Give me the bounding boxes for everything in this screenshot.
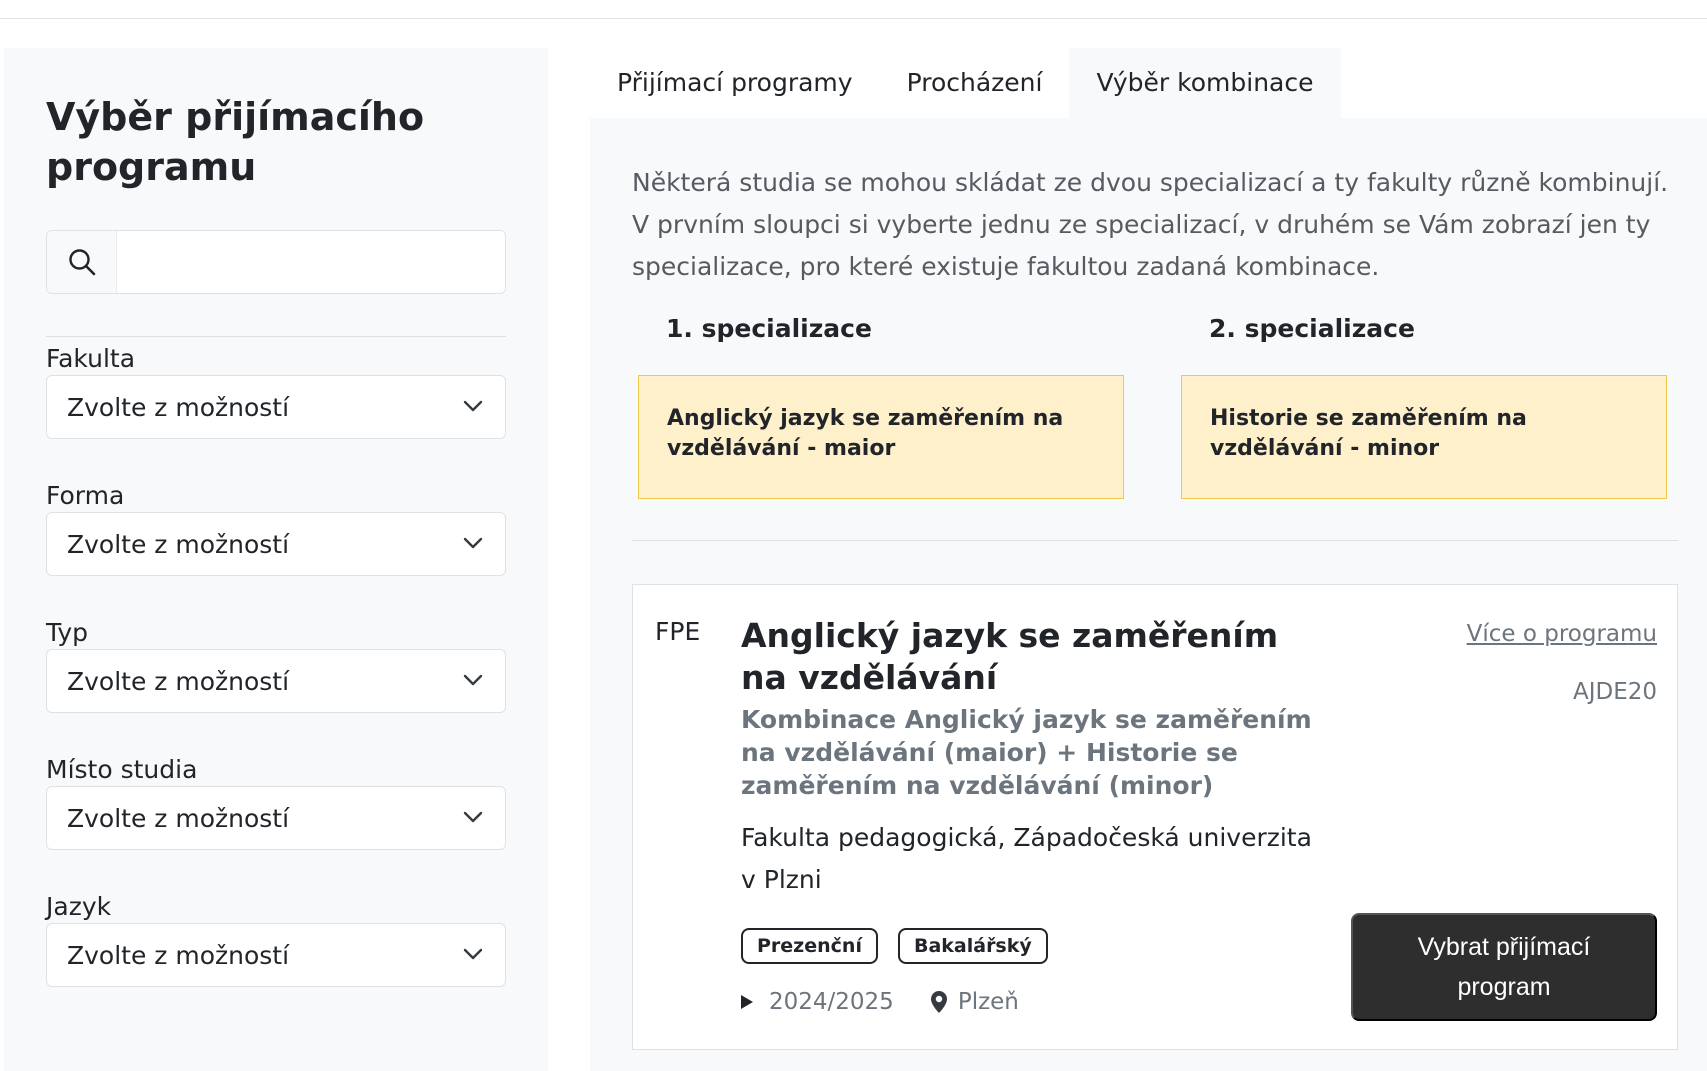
faculty-select[interactable]: Zvolte z možností (46, 375, 506, 439)
filter-sidebar: Výběr přijímacího programu Fakulta Zvolt… (4, 48, 548, 1071)
program-title: Anglický jazyk se zaměřením na vzděláván… (741, 616, 1279, 697)
study-form-badge: Prezenční (741, 928, 878, 964)
chevron-down-icon (463, 672, 483, 691)
view-tabs: Přijímací programy Procházení Výběr komb… (590, 48, 1341, 118)
intro-text: Některá studia se mohou skládat ze dvou … (632, 168, 1669, 281)
type-filter-label: Typ (46, 618, 89, 647)
program-card: FPE Anglický jazyk se zaměřením na vzděl… (632, 584, 1678, 1050)
spec1-selected[interactable]: Anglický jazyk se zaměřením na vzděláván… (638, 375, 1124, 499)
panel-divider (632, 540, 1678, 541)
chevron-down-icon (463, 398, 483, 417)
program-code: AJDE20 (1572, 679, 1657, 705)
faculty-filter-label: Fakulta (46, 344, 136, 373)
study-type-badge: Bakalářský (897, 928, 1048, 964)
search-box (46, 230, 506, 294)
type-select-value: Zvolte z možností (67, 667, 290, 696)
location: Plzeň (930, 989, 1019, 1015)
sidebar-divider (46, 336, 506, 337)
chevron-down-icon (463, 946, 483, 965)
triangle-right-icon (741, 995, 753, 1009)
combination-panel: Některá studia se mohou skládat ze dvou … (590, 118, 1707, 1071)
location-text: Plzeň (957, 989, 1019, 1015)
tab-browse[interactable]: Procházení (880, 48, 1070, 118)
language-select-value: Zvolte z možností (67, 941, 290, 970)
language-select[interactable]: Zvolte z možností (46, 923, 506, 987)
academic-year: 2024/2025 (769, 989, 894, 1015)
tab-combination[interactable]: Výběr kombinace (1069, 48, 1341, 118)
sidebar-title: Výběr přijímacího programu (46, 95, 425, 189)
tab-admission-programs[interactable]: Přijímací programy (590, 48, 880, 118)
select-program-button[interactable]: Vybrat přijímací program (1351, 913, 1657, 1021)
spec2-selected[interactable]: Historie se zaměřením na vzdělávání - mi… (1181, 375, 1667, 499)
map-pin-icon (930, 991, 947, 1013)
language-filter-label: Jazyk (46, 892, 112, 921)
more-about-program-link[interactable]: Více o programu (1467, 621, 1657, 647)
form-filter-label: Forma (46, 481, 125, 510)
place-select[interactable]: Zvolte z možností (46, 786, 506, 850)
spec2-selected-text: Historie se zaměřením na vzdělávání - mi… (1210, 406, 1527, 461)
form-select[interactable]: Zvolte z možností (46, 512, 506, 576)
type-select[interactable]: Zvolte z možností (46, 649, 506, 713)
spec1-selected-text: Anglický jazyk se zaměřením na vzděláván… (667, 406, 1064, 461)
program-combination: Kombinace Anglický jazyk se zaměřením na… (741, 705, 1312, 800)
search-icon (47, 231, 117, 293)
form-select-value: Zvolte z možností (67, 530, 290, 559)
chevron-down-icon (463, 535, 483, 554)
place-select-value: Zvolte z možností (67, 804, 290, 833)
spec1-label: 1. specializace (666, 314, 872, 343)
faculty-select-value: Zvolte z možností (67, 393, 290, 422)
faculty-code: FPE (655, 617, 701, 646)
program-badges: Prezenční Bakalářský (741, 928, 1048, 964)
program-faculty: Fakulta pedagogická, Západočeská univerz… (741, 823, 1312, 894)
place-filter-label: Místo studia (46, 755, 198, 784)
spec2-label: 2. specializace (1209, 314, 1415, 343)
top-divider (0, 18, 1707, 19)
program-meta: 2024/2025 Plzeň (741, 989, 1019, 1015)
search-input[interactable] (118, 231, 505, 293)
chevron-down-icon (463, 809, 483, 828)
